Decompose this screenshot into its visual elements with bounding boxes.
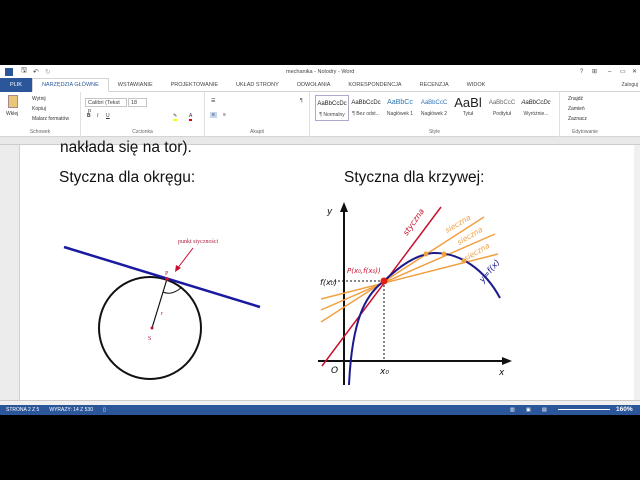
point-p [380,277,388,285]
right-angle-arc [162,286,183,294]
circle-figure: punkt styczności P r S [63,239,261,380]
secant-point [423,251,429,257]
web-layout-icon[interactable]: ▤ [542,407,547,413]
word-count[interactable]: WYRAZY: 14 Z 530 [49,407,93,413]
y-axis-arrow [340,202,348,212]
arrow-head [175,265,181,272]
zoom-slider[interactable] [558,409,610,410]
page-count[interactable]: STRONA 2 Z 5 [6,407,39,413]
label-y: y [326,207,333,217]
proofing-icon[interactable]: ▯ [103,407,106,413]
arrow-line [176,247,194,270]
label-secant: sieczna [456,225,485,247]
label-p: P(x₀,f(x₀)) [347,267,381,275]
secant-point [441,251,447,257]
label-x: x [498,368,505,378]
label-r: r [161,311,163,317]
label-fx0: f(x₀) [320,278,337,287]
point-s [150,326,154,330]
tangent-line [321,206,442,367]
label-s: S [148,336,151,342]
radius [151,278,168,329]
circle [98,276,202,380]
x-axis-arrow [502,357,512,365]
label-x0: x₀ [379,367,389,377]
tangent-line [63,245,261,309]
curve-figure: y x O x₀ f(x₀) P(x₀,f(x₀)) styczna siecz… [318,202,512,386]
label-p: P [165,271,169,277]
label-origin: O [331,366,338,376]
print-layout-icon[interactable]: ▣ [526,407,531,413]
read-mode-icon[interactable]: ▥ [510,407,515,413]
status-bar: STRONA 2 Z 5 WYRAZY: 14 Z 530 ▯ ▥ ▣ ▤ 16… [0,405,640,415]
point-label: punkt styczności [178,239,218,245]
point-p [165,277,169,281]
zoom-level[interactable]: 160% [616,406,633,414]
